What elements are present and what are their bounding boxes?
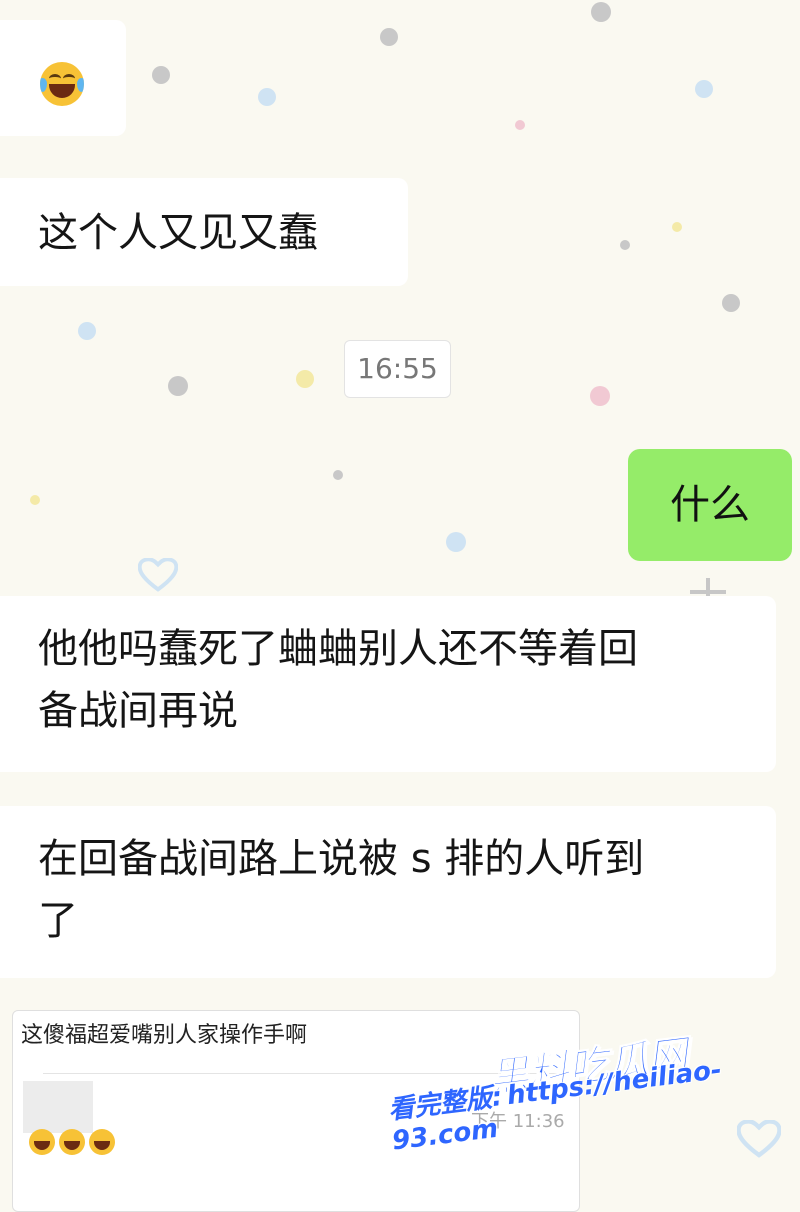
laughing-with-tears-emoji-icon [29,1129,55,1155]
wallpaper-dot [152,66,170,84]
heart-icon [138,558,178,592]
wallpaper-dot [296,370,314,388]
wallpaper-dot [258,88,276,106]
plus-icon [690,578,726,596]
wallpaper-dot [380,28,398,46]
wallpaper-dot [333,470,343,480]
wallpaper-dot [695,80,713,98]
avatar [23,1081,93,1133]
message-text-line: 了 [38,898,78,944]
wallpaper-dot [620,240,630,250]
laughing-with-tears-emoji-icon [40,62,84,106]
quoted-message-text: 这傻福超爱嘴别人家操作手啊 [21,1023,308,1048]
wallpaper-dot [78,322,96,340]
wallpaper-dot [168,376,188,396]
message-text-line: 备战间再说 [38,688,238,734]
sent-message-bubble: 什么 [628,449,792,561]
wallpaper-dot [590,386,610,406]
wallpaper-dot [722,294,740,312]
message-text-line: 他他吗蠢死了蛐蛐别人还不等着回 [38,626,638,672]
wallpaper-dot [446,532,466,552]
divider [43,1073,563,1074]
message-text: 这个人又见又蠢 [38,210,318,256]
laughing-with-tears-emoji-icon [59,1129,85,1155]
wallpaper-dot [515,120,525,130]
wallpaper-dot [672,222,682,232]
emoji-row [29,1129,119,1159]
message-text-line: 在回备战间路上说被 s 排的人听到 [38,836,645,882]
wallpaper-dot [591,2,611,22]
message-bubble: 这个人又见又蠢 [0,178,408,286]
message-bubble: 他他吗蠢死了蛐蛐别人还不等着回 备战间再说 [0,596,776,772]
laughing-with-tears-emoji-icon [89,1129,115,1155]
heart-icon [737,1120,781,1158]
wallpaper-dot [30,495,40,505]
message-bubble: 在回备战间路上说被 s 排的人听到 了 [0,806,776,978]
timestamp: 16:55 [344,340,451,398]
